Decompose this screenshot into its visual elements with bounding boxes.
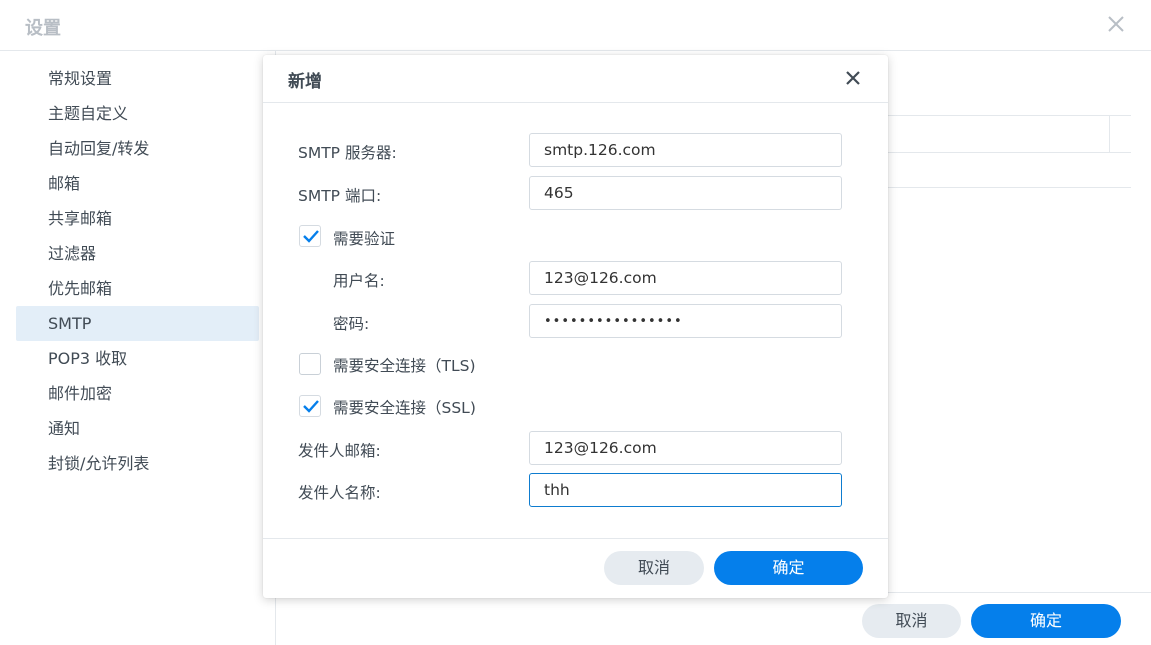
- smtp-port-input[interactable]: [529, 176, 842, 210]
- checkmark-icon: [303, 230, 319, 243]
- dialog-header: 新增: [263, 55, 888, 103]
- window-close-icon[interactable]: [1105, 13, 1127, 35]
- add-smtp-dialog: 新增 SMTP 服务器: SMTP 端口: 需要验证 用户名: 密码: 需要安全…: [263, 55, 888, 598]
- tls-checkbox[interactable]: [299, 353, 321, 375]
- require-auth-checkbox[interactable]: [299, 225, 321, 247]
- sender-email-label: 发件人邮箱:: [298, 442, 381, 460]
- sidebar-item-shared-mailbox[interactable]: 共享邮箱: [16, 201, 259, 236]
- table-column-divider: [1109, 115, 1110, 152]
- smtp-server-label: SMTP 服务器:: [298, 144, 397, 162]
- sidebar-item-block-allow-list[interactable]: 封锁/允许列表: [16, 446, 259, 481]
- sidebar-item-general[interactable]: 常规设置: [16, 61, 259, 96]
- sidebar-item-smtp[interactable]: SMTP: [16, 306, 259, 341]
- sender-email-input[interactable]: [529, 431, 842, 465]
- password-input[interactable]: [529, 304, 842, 338]
- sender-name-input[interactable]: [529, 473, 842, 507]
- sidebar-item-encryption[interactable]: 邮件加密: [16, 376, 259, 411]
- window-header: 设置: [0, 0, 1151, 51]
- tls-label: 需要安全连接（TLS): [333, 357, 476, 375]
- sidebar-item-notifications[interactable]: 通知: [16, 411, 259, 446]
- sidebar-item-auto-reply[interactable]: 自动回复/转发: [16, 131, 259, 166]
- password-label: 密码:: [333, 315, 370, 333]
- footer-cancel-button[interactable]: 取消: [862, 604, 961, 638]
- smtp-server-input[interactable]: [529, 133, 842, 167]
- checkmark-icon: [303, 400, 319, 413]
- require-auth-label: 需要验证: [333, 230, 396, 248]
- footer-ok-button[interactable]: 确定: [971, 604, 1121, 638]
- dialog-ok-button[interactable]: 确定: [714, 551, 863, 585]
- username-label: 用户名:: [333, 272, 385, 290]
- sidebar-item-pop3[interactable]: POP3 收取: [16, 341, 259, 376]
- sidebar-item-theme[interactable]: 主题自定义: [16, 96, 259, 131]
- sidebar-item-mailbox[interactable]: 邮箱: [16, 166, 259, 201]
- dialog-cancel-button[interactable]: 取消: [604, 551, 704, 585]
- dialog-title: 新增: [288, 72, 322, 92]
- window-title: 设置: [25, 18, 61, 39]
- sidebar-item-filters[interactable]: 过滤器: [16, 236, 259, 271]
- sidebar-item-priority-mailbox[interactable]: 优先邮箱: [16, 271, 259, 306]
- username-input[interactable]: [529, 261, 842, 295]
- dialog-footer-divider: [263, 538, 888, 539]
- settings-sidebar: 常规设置 主题自定义 自动回复/转发 邮箱 共享邮箱 过滤器 优先邮箱 SMTP…: [0, 51, 276, 645]
- sender-name-label: 发件人名称:: [298, 484, 381, 502]
- ssl-label: 需要安全连接（SSL): [333, 399, 476, 417]
- ssl-checkbox[interactable]: [299, 395, 321, 417]
- smtp-port-label: SMTP 端口:: [298, 187, 382, 205]
- dialog-close-icon[interactable]: [843, 68, 863, 88]
